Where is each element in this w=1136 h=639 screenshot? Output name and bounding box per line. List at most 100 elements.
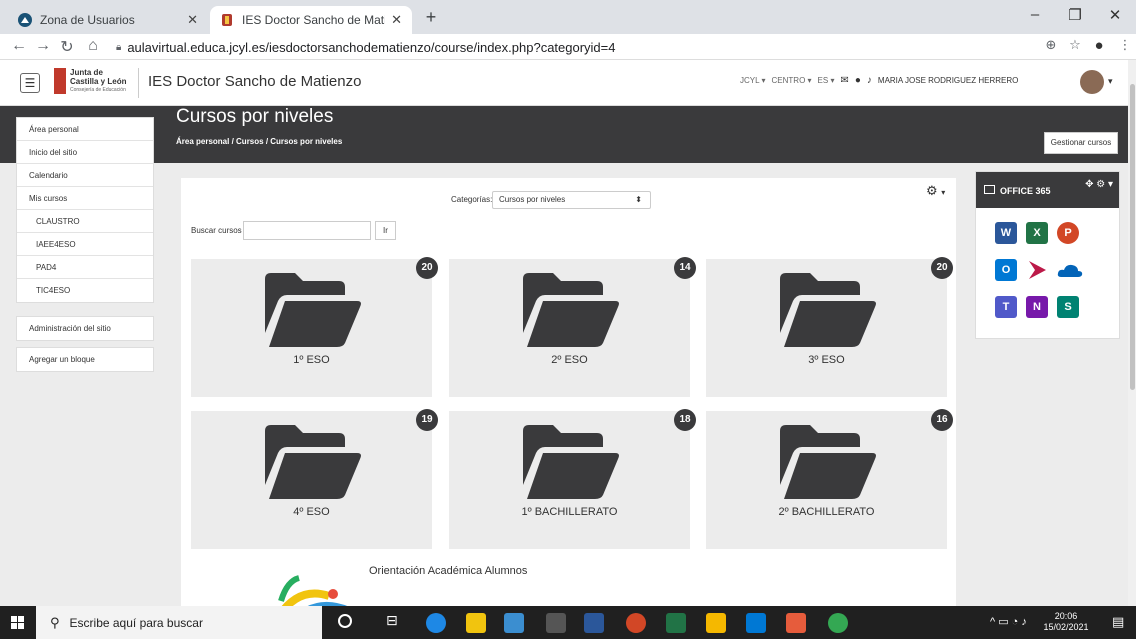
- breadcrumb-item[interactable]: Cursos por niveles: [270, 137, 342, 146]
- navbar-divider: [138, 68, 139, 98]
- restore-icon[interactable]: ❐: [1060, 6, 1090, 24]
- onenote-icon[interactable]: N: [1026, 296, 1048, 318]
- browser-menu-icon[interactable]: ⋮: [1114, 37, 1136, 53]
- zoom-icon[interactable]: ⊕: [1040, 37, 1062, 53]
- sidebar-item-calendario[interactable]: Calendario: [17, 164, 153, 187]
- powerpoint-taskbar-icon[interactable]: [626, 613, 646, 633]
- powerpoint-icon[interactable]: P: [1057, 222, 1079, 244]
- category-card-2eso[interactable]: 14 2º ESO: [449, 257, 696, 397]
- sidebar-item-inicio[interactable]: Inicio del sitio: [17, 141, 153, 164]
- manage-courses-button[interactable]: Gestionar cursos: [1044, 132, 1118, 154]
- junta-logo[interactable]: Junta de Castilla y León Consejería de E…: [54, 68, 136, 98]
- user-name[interactable]: MARIA JOSE RODRIGUEZ HERRERO: [878, 76, 1018, 85]
- scrollbar-thumb[interactable]: [1130, 84, 1135, 390]
- word-icon[interactable]: W: [995, 222, 1017, 244]
- sway-icon[interactable]: S: [1057, 296, 1079, 318]
- new-tab-icon[interactable]: +: [420, 7, 442, 28]
- notifications-icon[interactable]: ▤: [1112, 614, 1124, 630]
- excel-icon[interactable]: X: [1026, 222, 1048, 244]
- sidebar-item-area-personal[interactable]: Área personal: [17, 118, 153, 141]
- breadcrumb-item[interactable]: Área personal: [176, 137, 229, 146]
- profile-icon[interactable]: ●: [1088, 37, 1110, 54]
- category-card-2bach[interactable]: 16 2º BACHILLERATO: [706, 409, 953, 549]
- hamburger-menu-icon[interactable]: ☰: [20, 73, 40, 93]
- close-tab-icon[interactable]: ✕: [187, 12, 198, 28]
- chevron-down-icon: ⬍: [635, 195, 642, 204]
- category-card-1bach[interactable]: 18 1º BACHILLERATO: [449, 409, 696, 549]
- breadcrumb: Área personal / Cursos / Cursos por nive…: [176, 137, 343, 146]
- orientation-course-link[interactable]: Orientación Académica Alumnos: [369, 565, 527, 577]
- url-field[interactable]: 🔒︎ aulavirtual.educa.jcyl.es/iesdoctorsa…: [116, 37, 1058, 57]
- chrome-icon[interactable]: [828, 613, 848, 633]
- forward-arrow-icon[interactable]: →: [32, 37, 54, 55]
- bookmark-star-icon[interactable]: ☆: [1064, 37, 1086, 53]
- system-tray-icons[interactable]: ^ ▭ ◔ ♪: [990, 615, 1027, 628]
- stream-icon[interactable]: [1026, 259, 1048, 281]
- folder-icon: [523, 273, 619, 347]
- office365-header: OFFICE 365 ✥ ⚙ ▾: [976, 172, 1119, 208]
- category-name: 2º BACHILLERATO: [778, 506, 875, 518]
- chat-icon[interactable]: ●: [855, 75, 861, 86]
- sidebar-item-iaee4eso[interactable]: IAEE4ESO: [17, 233, 153, 256]
- category-card-1eso[interactable]: 20 1º ESO: [191, 257, 438, 397]
- gear-icon[interactable]: ⚙ ▾: [926, 183, 945, 199]
- close-window-icon[interactable]: ✕: [1100, 6, 1130, 24]
- go-button[interactable]: Ir: [375, 221, 396, 240]
- site-navbar: ☰ Junta de Castilla y León Consejería de…: [0, 60, 1128, 106]
- category-card-4eso[interactable]: 19 4º ESO: [191, 409, 438, 549]
- file-explorer-icon[interactable]: [706, 613, 726, 633]
- store-icon[interactable]: [466, 613, 486, 633]
- clock[interactable]: 20:06 15/02/2021: [1030, 611, 1102, 633]
- folder-icon: [265, 425, 361, 499]
- menu-jcyl[interactable]: JCYL ▾: [740, 76, 766, 85]
- course-count-badge: 20: [931, 257, 953, 279]
- list-icon: [984, 185, 995, 194]
- app2-icon[interactable]: [786, 613, 806, 633]
- teams-icon[interactable]: T: [995, 296, 1017, 318]
- mail-icon[interactable]: ✉: [840, 75, 848, 86]
- sidebar-item-mis-cursos[interactable]: Mis cursos: [17, 187, 153, 210]
- sidebar-item-add-block[interactable]: Agregar un bloque: [17, 348, 153, 371]
- menu-centro[interactable]: CENTRO ▾: [772, 76, 812, 85]
- block-controls-icon[interactable]: ✥ ⚙ ▾: [1085, 179, 1113, 190]
- tab-ies-doctor-sancho[interactable]: IES Doctor Sancho de Matienzo ✕: [210, 6, 412, 34]
- category-card-3eso[interactable]: 20 3º ESO: [706, 257, 953, 397]
- folder-icon: [265, 273, 361, 347]
- sidebar-item-claustro[interactable]: CLAUSTRO: [17, 210, 153, 233]
- site-name[interactable]: IES Doctor Sancho de Matienzo: [148, 73, 361, 90]
- security-icon[interactable]: [546, 613, 566, 633]
- home-icon[interactable]: ⌂: [82, 37, 104, 55]
- lock-icon: 🔒︎: [116, 41, 122, 53]
- app-icon[interactable]: [504, 613, 524, 633]
- search-input[interactable]: [243, 221, 371, 240]
- onedrive-icon[interactable]: [1057, 259, 1083, 281]
- course-count-badge: 14: [674, 257, 696, 279]
- user-dropdown-icon[interactable]: ▾: [1108, 76, 1113, 87]
- windows-start-icon[interactable]: [0, 606, 36, 639]
- category-name: 3º ESO: [808, 354, 845, 366]
- excel-taskbar-icon[interactable]: [666, 613, 686, 633]
- sidebar-item-pad4[interactable]: PAD4: [17, 256, 153, 279]
- back-arrow-icon[interactable]: ←: [8, 37, 30, 55]
- close-tab-icon[interactable]: ✕: [391, 12, 402, 28]
- taskbar-search[interactable]: ⚲ Escribe aquí para buscar: [36, 606, 322, 639]
- course-count-badge: 19: [416, 409, 438, 431]
- sidebar-item-admin[interactable]: Administración del sitio: [17, 317, 153, 340]
- category-select[interactable]: Cursos por niveles ⬍: [492, 191, 651, 209]
- task-view-icon[interactable]: ⊟: [386, 612, 398, 629]
- breadcrumb-item[interactable]: Cursos: [236, 137, 264, 146]
- reload-icon[interactable]: ↻: [56, 37, 78, 57]
- menu-language[interactable]: ES ▾: [818, 76, 835, 85]
- folder-icon: [780, 273, 876, 347]
- logo-line-2: Castilla y León: [70, 77, 127, 86]
- avatar[interactable]: [1080, 70, 1104, 94]
- edge-icon[interactable]: [426, 613, 446, 633]
- cortana-icon[interactable]: [338, 614, 352, 628]
- outlook-icon[interactable]: O: [995, 259, 1017, 281]
- bell-icon[interactable]: ♪: [867, 75, 872, 86]
- sidebar-item-tic4eso[interactable]: TIC4ESO: [17, 279, 153, 302]
- tab-zona-de-usuarios[interactable]: Zona de Usuarios ✕: [8, 6, 208, 34]
- mail-taskbar-icon[interactable]: [746, 613, 766, 633]
- minimize-icon[interactable]: –: [1020, 6, 1050, 23]
- word-taskbar-icon[interactable]: [584, 613, 604, 633]
